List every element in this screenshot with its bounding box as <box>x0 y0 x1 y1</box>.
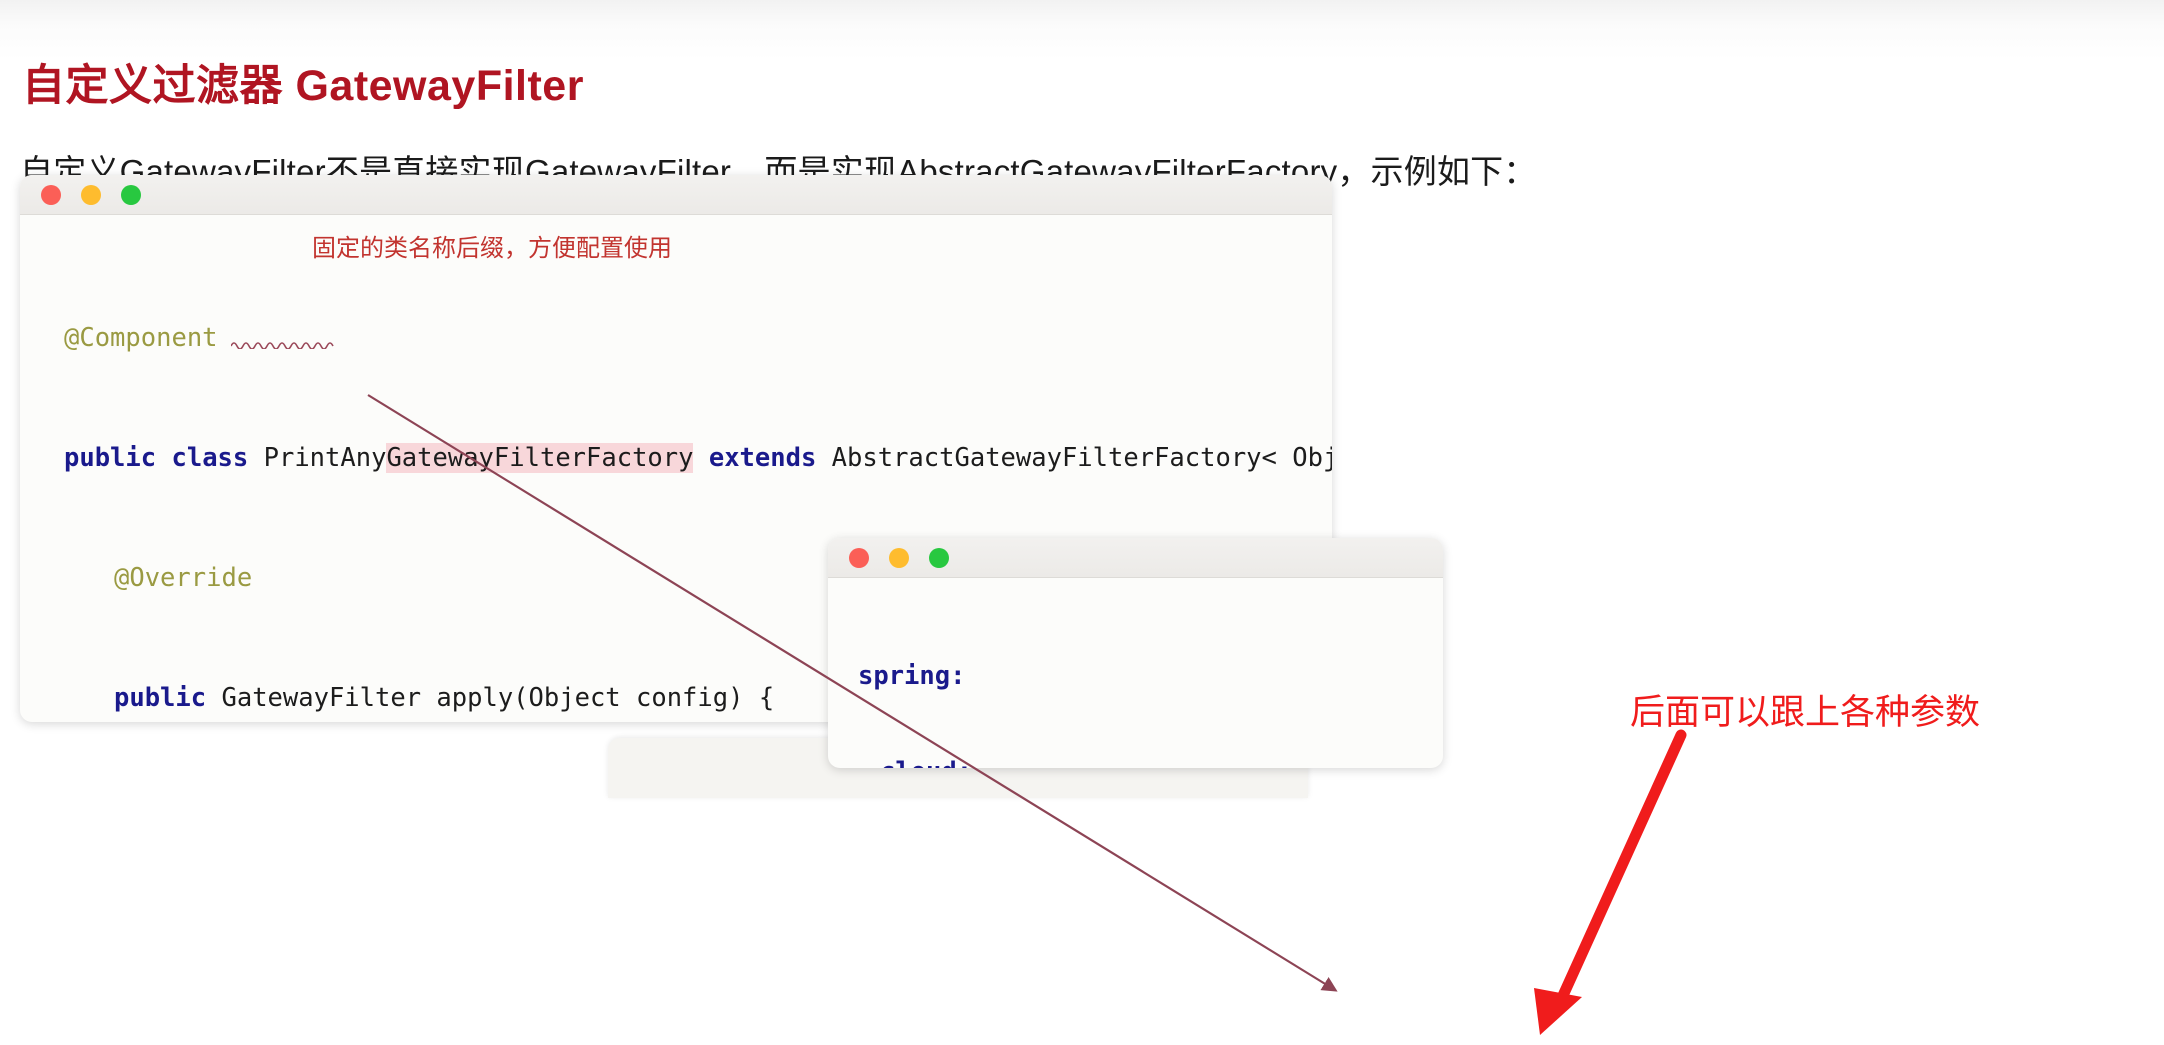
class-suffix-highlight: GatewayFilterFactory <box>386 443 694 473</box>
code-line-class-decl: public class PrintAnyGatewayFilterFactor… <box>20 443 1332 473</box>
yaml-line-spring: spring: <box>828 660 1443 691</box>
yaml-line-cloud: cloud: <box>828 756 1443 768</box>
yaml-key-spring: spring: <box>858 661 966 691</box>
yaml-window-titlebar <box>828 538 1443 578</box>
red-arrow-shaft <box>1550 729 1687 1017</box>
code-line-component: @Component <box>20 323 1332 353</box>
yaml-code-area[interactable]: spring: cloud: gateway: default-filters:… <box>828 578 1443 768</box>
apply-signature: GatewayFilter apply(Object config) { <box>221 683 775 713</box>
close-dot[interactable] <box>41 184 61 205</box>
kw-extends: extends <box>708 443 817 473</box>
page-title-cn: 自定义过滤器 <box>22 61 296 110</box>
superclass-decl: AbstractGatewayFilterFactory< Object > { <box>831 443 1332 473</box>
annotation-params: 后面可以跟上各种参数 <box>1630 693 1981 732</box>
yaml-key-cloud: cloud: <box>880 757 972 768</box>
maximize-dot[interactable] <box>929 547 949 568</box>
java-window-titlebar <box>20 175 1332 215</box>
kw-public: public <box>64 443 157 473</box>
kw-public-2: public <box>114 683 207 713</box>
annotation-class-suffix: 固定的类名称后缀，方便配置使用 <box>312 235 672 262</box>
page-title: 自定义过滤器 GatewayFilter <box>22 51 584 113</box>
yaml-config-window: spring: cloud: gateway: default-filters:… <box>828 538 1443 768</box>
red-arrow-head <box>1534 988 1582 1035</box>
kw-class: class <box>171 443 249 473</box>
slide-root: 自定义过滤器 GatewayFilter 自定义GatewayFilter不是直… <box>0 0 2164 1045</box>
close-dot[interactable] <box>849 547 869 568</box>
page-title-en: GatewayFilter <box>295 61 584 110</box>
class-prefix-printany: PrintAny <box>263 443 387 473</box>
maximize-dot[interactable] <box>121 184 141 205</box>
component-annotation: @Component <box>64 323 218 353</box>
minimize-dot[interactable] <box>81 184 101 205</box>
minimize-dot[interactable] <box>889 547 909 568</box>
override-annotation-1: @Override <box>114 563 253 593</box>
